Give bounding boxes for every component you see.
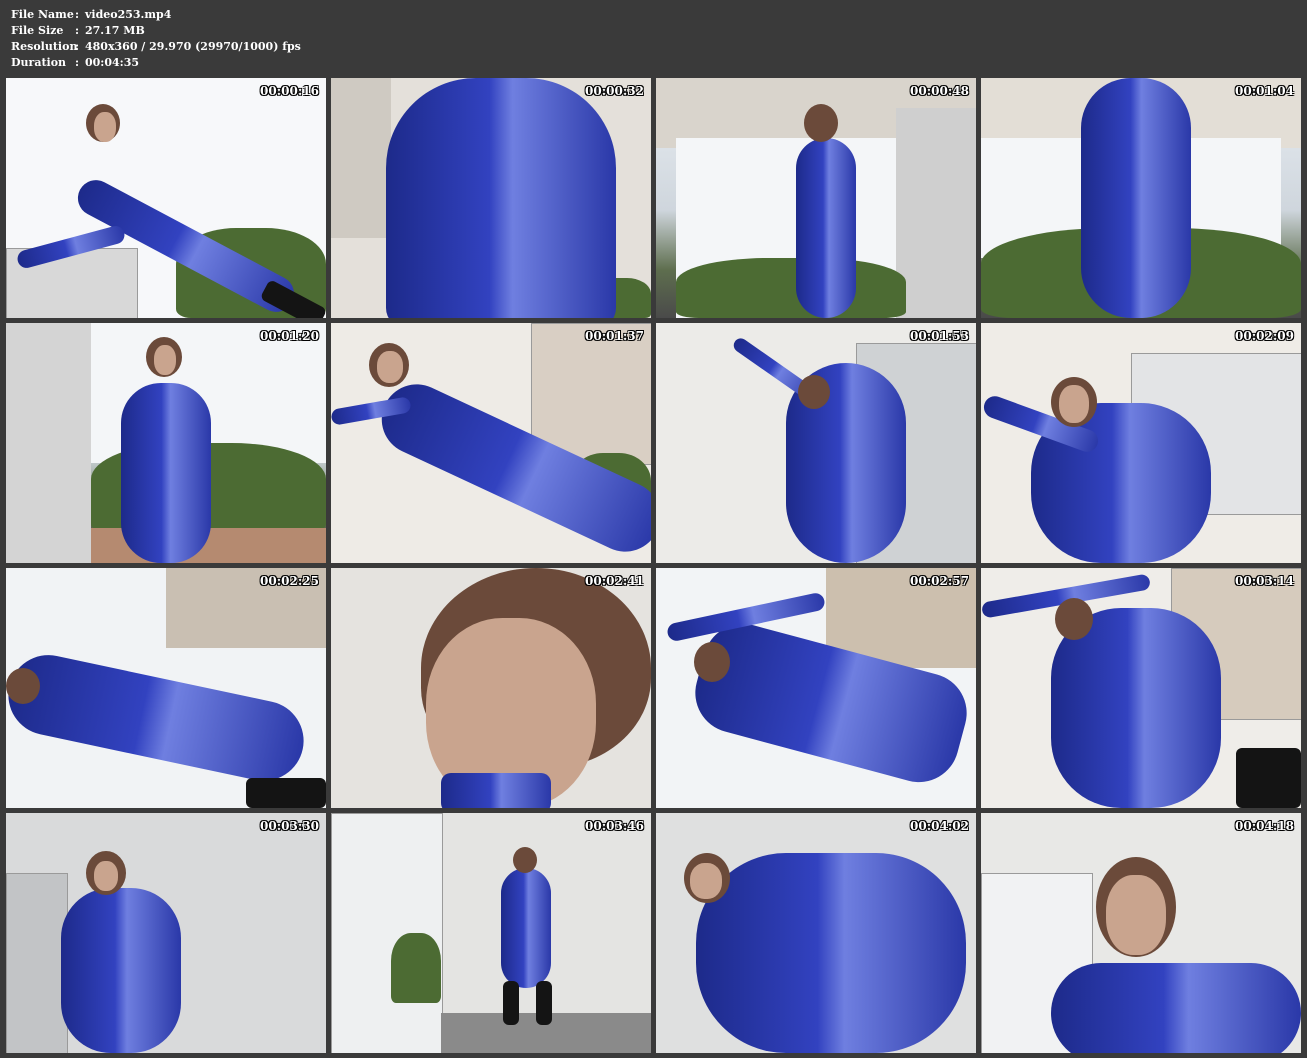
thumbnail-frame[interactable]: 00:02:41	[331, 568, 651, 808]
thumbnail-frame[interactable]: 00:01:04	[981, 78, 1301, 318]
timestamp-label: 00:02:57	[910, 574, 969, 588]
frame-image	[331, 813, 651, 1053]
thumbnail-frame[interactable]: 00:00:32	[331, 78, 651, 318]
thumbnail-frame[interactable]: 00:01:37	[331, 323, 651, 563]
timestamp-label: 00:04:18	[1235, 819, 1294, 833]
duration-label: Duration	[11, 56, 67, 69]
thumbnail-frame[interactable]: 00:02:09	[981, 323, 1301, 563]
thumbnail-frame[interactable]: 00:02:25	[6, 568, 326, 808]
thumbnail-grid: 00:00:16 00:00:32 00:00:48 00:01:04 00:0…	[6, 78, 1301, 1053]
thumbnail-frame[interactable]: 00:00:48	[656, 78, 976, 318]
thumbnail-frame[interactable]: 00:03:30	[6, 813, 326, 1053]
frame-image	[656, 813, 976, 1053]
file-name-value: video253.mp4	[85, 8, 172, 21]
separator: :	[75, 24, 80, 37]
frame-image	[981, 813, 1301, 1053]
timestamp-label: 00:00:48	[910, 84, 969, 98]
frame-image	[6, 813, 326, 1053]
timestamp-label: 00:02:09	[1235, 329, 1294, 343]
timestamp-label: 00:01:37	[585, 329, 644, 343]
duration-value: 00:04:35	[85, 56, 140, 69]
timestamp-label: 00:01:04	[1235, 84, 1294, 98]
file-size-row: File Size : 27.17 MB	[11, 23, 301, 39]
thumbnail-frame[interactable]: 00:04:18	[981, 813, 1301, 1053]
timestamp-label: 00:02:41	[585, 574, 644, 588]
thumbnail-frame[interactable]: 00:00:16	[6, 78, 326, 318]
resolution-value: 480x360 / 29.970 (29970/1000) fps	[85, 40, 301, 53]
thumbnail-frame[interactable]: 00:01:53	[656, 323, 976, 563]
frame-image	[981, 323, 1301, 563]
separator: :	[75, 40, 80, 53]
resolution-row: Resolution : 480x360 / 29.970 (29970/100…	[11, 39, 301, 55]
frame-image	[656, 323, 976, 563]
timestamp-label: 00:00:32	[585, 84, 644, 98]
separator: :	[75, 8, 80, 21]
timestamp-label: 00:00:16	[260, 84, 319, 98]
timestamp-label: 00:02:25	[260, 574, 319, 588]
frame-image	[331, 568, 651, 808]
resolution-label: Resolution	[11, 40, 78, 53]
file-info-header: File Name : video253.mp4 File Size : 27.…	[11, 7, 301, 71]
frame-image	[981, 78, 1301, 318]
timestamp-label: 00:01:20	[260, 329, 319, 343]
frame-image	[6, 568, 326, 808]
frame-image	[331, 323, 651, 563]
separator: :	[75, 56, 80, 69]
timestamp-label: 00:03:30	[260, 819, 319, 833]
thumbnail-frame[interactable]: 00:02:57	[656, 568, 976, 808]
frame-image	[656, 78, 976, 318]
thumbnail-frame[interactable]: 00:04:02	[656, 813, 976, 1053]
thumbnail-frame[interactable]: 00:03:14	[981, 568, 1301, 808]
file-size-value: 27.17 MB	[85, 24, 145, 37]
frame-image	[981, 568, 1301, 808]
file-size-label: File Size	[11, 24, 64, 37]
timestamp-label: 00:04:02	[910, 819, 969, 833]
frame-image	[656, 568, 976, 808]
timestamp-label: 00:03:46	[585, 819, 644, 833]
duration-row: Duration : 00:04:35	[11, 55, 301, 71]
frame-image	[6, 323, 326, 563]
frame-image	[6, 78, 326, 318]
timestamp-label: 00:01:53	[910, 329, 969, 343]
file-name-label: File Name	[11, 8, 74, 21]
frame-image	[331, 78, 651, 318]
thumbnail-frame[interactable]: 00:03:46	[331, 813, 651, 1053]
thumbnail-frame[interactable]: 00:01:20	[6, 323, 326, 563]
file-name-row: File Name : video253.mp4	[11, 7, 301, 23]
timestamp-label: 00:03:14	[1235, 574, 1294, 588]
